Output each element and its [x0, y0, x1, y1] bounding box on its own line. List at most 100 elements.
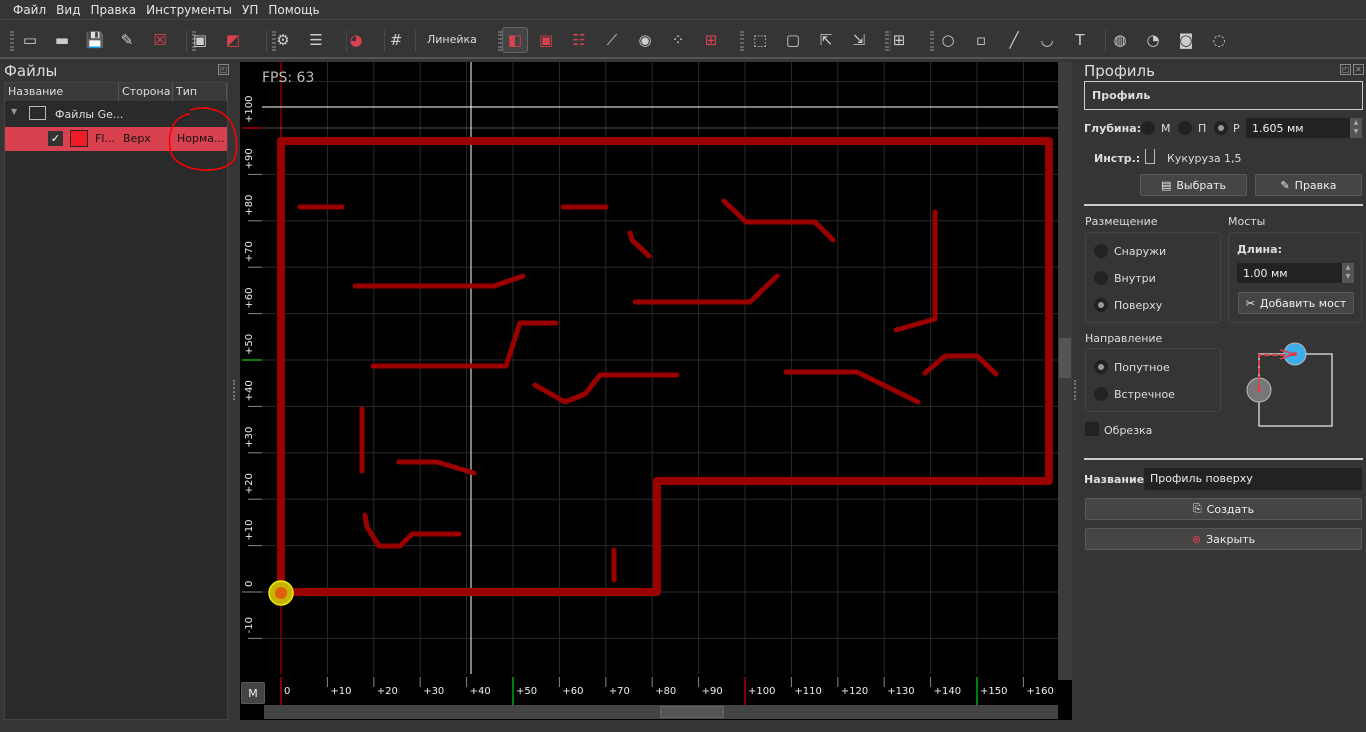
files-panel: Файлы ◰ Название Сторона Тип ▼ Файлы Ge.…	[0, 60, 238, 722]
fit-all-icon[interactable]: ▢	[780, 27, 806, 53]
drill-matrix-icon[interactable]: ⊞	[698, 27, 724, 53]
save-all-icon[interactable]: ▣	[187, 27, 213, 53]
splitter-handle[interactable]	[1074, 380, 1078, 400]
placement-inside-label: Внутри	[1114, 272, 1156, 285]
select-all-icon[interactable]: ⊞	[886, 27, 912, 53]
union-icon[interactable]: ◍	[1107, 27, 1133, 53]
placement-radio-inside[interactable]	[1094, 271, 1108, 285]
undock-icon[interactable]: ◰	[218, 64, 229, 75]
pocket-zigzag-icon[interactable]: ☷	[566, 27, 592, 53]
column-name[interactable]: Название	[5, 83, 119, 101]
trace	[783, 369, 921, 405]
menu-cnc[interactable]: УП	[239, 0, 265, 19]
menu-tools[interactable]: Инструменты	[143, 0, 239, 19]
y-tick-label: -10	[244, 617, 255, 633]
run-icon[interactable]: ⚙	[270, 27, 296, 53]
divider	[1084, 458, 1363, 460]
board-canvas[interactable]: 0 +10 +20 +30 +40 +50 +60 +70 +80 +90 +100 +110 +120…	[240, 62, 1072, 720]
xor-icon[interactable]: ◌	[1206, 27, 1232, 53]
y-tick-label: +40	[244, 380, 255, 401]
y-tick-label: +100	[244, 96, 255, 123]
splitter-handle[interactable]	[233, 380, 239, 400]
menu-view[interactable]: Вид	[53, 0, 87, 19]
column-side[interactable]: Сторона	[119, 83, 173, 101]
layer-color-swatch[interactable]	[70, 130, 88, 147]
bridge-length-spinner[interactable]: ▲ ▼	[1342, 263, 1354, 283]
drill-array-icon[interactable]: ⁘	[665, 27, 691, 53]
menu-edit[interactable]: Правка	[87, 0, 143, 19]
circle-icon[interactable]: ○	[935, 27, 961, 53]
column-type[interactable]: Тип	[173, 83, 227, 101]
y-tick-label: 0	[244, 581, 255, 587]
zoom-in-icon[interactable]: ⇱	[813, 27, 839, 53]
close-button[interactable]: ⊗ Закрыть	[1085, 528, 1362, 550]
drill-icon[interactable]: ◉	[632, 27, 658, 53]
depth-option-m: М	[1161, 122, 1171, 135]
close-icon[interactable]: ✕	[1353, 64, 1364, 75]
trace-icon[interactable]: ⟋	[599, 27, 625, 53]
toolbar-grip[interactable]	[930, 31, 934, 51]
depth-option-r: Р	[1233, 122, 1240, 135]
operation-name-input[interactable]: Профиль поверху	[1144, 468, 1362, 490]
undock-icon[interactable]: ◰	[1340, 64, 1351, 75]
vertical-scrollbar[interactable]	[1058, 62, 1072, 680]
trace	[362, 512, 462, 549]
export-icon[interactable]: ◩	[220, 27, 246, 53]
zoom-out-icon[interactable]: ⇲	[846, 27, 872, 53]
edit-tool-button[interactable]: ✎ Правка	[1255, 174, 1362, 196]
scrollbar-thumb[interactable]	[1059, 338, 1071, 378]
arc-icon[interactable]: ◡	[1034, 27, 1060, 53]
toolbar-grip[interactable]	[10, 31, 14, 51]
x-tick-label: +80	[655, 686, 676, 697]
mode-button[interactable]: M	[241, 682, 265, 704]
subtract-icon[interactable]: ◔	[1140, 27, 1166, 53]
origin-icon[interactable]: ◕	[343, 27, 369, 53]
text-icon[interactable]: T	[1067, 27, 1093, 53]
trace	[893, 209, 938, 333]
profile-icon[interactable]: ◧	[502, 27, 528, 53]
open-folder-icon[interactable]: ▬	[49, 27, 75, 53]
direction-group: Попутное Встречное	[1085, 348, 1221, 412]
placement-radio-outside[interactable]	[1094, 244, 1108, 258]
menu-help[interactable]: Помощь	[265, 0, 326, 19]
close-file-icon[interactable]: ☒	[147, 27, 173, 53]
x-tick-label: +30	[423, 686, 444, 697]
bridge-length-input[interactable]: 1.00 мм ▲ ▼	[1237, 263, 1354, 283]
direction-radio-conventional[interactable]	[1094, 387, 1108, 401]
new-file-icon[interactable]: ▭	[17, 27, 43, 53]
toolbar-grip[interactable]	[740, 31, 744, 51]
add-bridge-button[interactable]: ✂ Добавить мост	[1238, 292, 1354, 314]
fit-selection-icon[interactable]: ⬚	[747, 27, 773, 53]
trim-checkbox[interactable]	[1085, 422, 1099, 436]
save-as-icon[interactable]: ✎	[114, 27, 140, 53]
depth-radio-r[interactable]	[1214, 121, 1228, 135]
rectangle-icon[interactable]: ▫	[968, 27, 994, 53]
save-icon[interactable]: 💾	[82, 27, 108, 53]
scrollbar-thumb[interactable]	[660, 706, 724, 718]
trim-label: Обрезка	[1104, 424, 1153, 437]
scissors-icon: ✂	[1245, 296, 1255, 310]
y-tick-label: +80	[244, 195, 255, 216]
placement-radio-on[interactable]	[1094, 298, 1108, 312]
depth-input[interactable]: 1.605 мм ▲ ▼	[1246, 118, 1362, 138]
snap-grid-icon[interactable]: #	[383, 27, 409, 53]
direction-climb-label: Попутное	[1114, 361, 1170, 374]
direction-radio-climb[interactable]	[1094, 360, 1108, 374]
pocket-spiral-icon[interactable]: ▣	[533, 27, 559, 53]
ruler-button[interactable]: Линейка	[427, 33, 477, 46]
placement-outside-label: Снаружи	[1114, 245, 1167, 258]
menu-file[interactable]: Файл	[10, 0, 53, 19]
y-tick-label: +10	[244, 519, 255, 540]
create-button[interactable]: ⎘ Создать	[1085, 498, 1362, 520]
depth-radio-m[interactable]	[1141, 121, 1155, 135]
properties-icon[interactable]: ☰	[303, 27, 329, 53]
line-icon[interactable]: ╱	[1001, 27, 1027, 53]
intersect-icon[interactable]: ◙	[1173, 27, 1199, 53]
select-tool-button[interactable]: ▤ Выбрать	[1140, 174, 1247, 196]
expand-arrow-icon[interactable]: ▼	[11, 107, 17, 116]
depth-spinner[interactable]: ▲ ▼	[1350, 118, 1362, 138]
x-tick-label: +10	[330, 686, 351, 697]
horizontal-scrollbar[interactable]	[264, 705, 1058, 719]
visibility-checkbox[interactable]: ✓	[48, 131, 63, 146]
depth-radio-p[interactable]	[1178, 121, 1192, 135]
